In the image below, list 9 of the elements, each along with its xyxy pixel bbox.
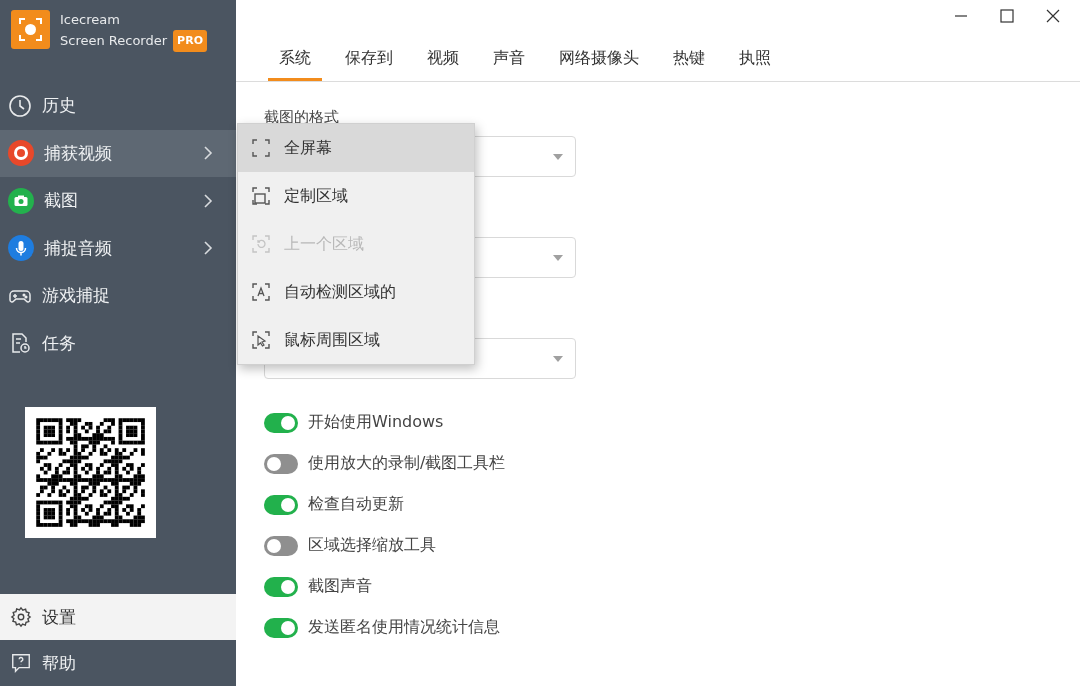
toggle-label: 发送匿名使用情况统计信息 xyxy=(308,617,500,638)
toggle-label: 使用放大的录制/截图工具栏 xyxy=(308,453,506,474)
toggle-label: 区域选择缩放工具 xyxy=(308,535,436,556)
pro-badge: PRO xyxy=(173,30,207,52)
toggle-label: 开始使用Windows xyxy=(308,412,444,433)
app-subtitle: Screen Recorder xyxy=(60,32,168,50)
toggle-label: 截图声音 xyxy=(308,576,372,597)
app-name: Icecream xyxy=(60,11,121,29)
toggle-label: 检查自动更新 xyxy=(308,494,404,515)
